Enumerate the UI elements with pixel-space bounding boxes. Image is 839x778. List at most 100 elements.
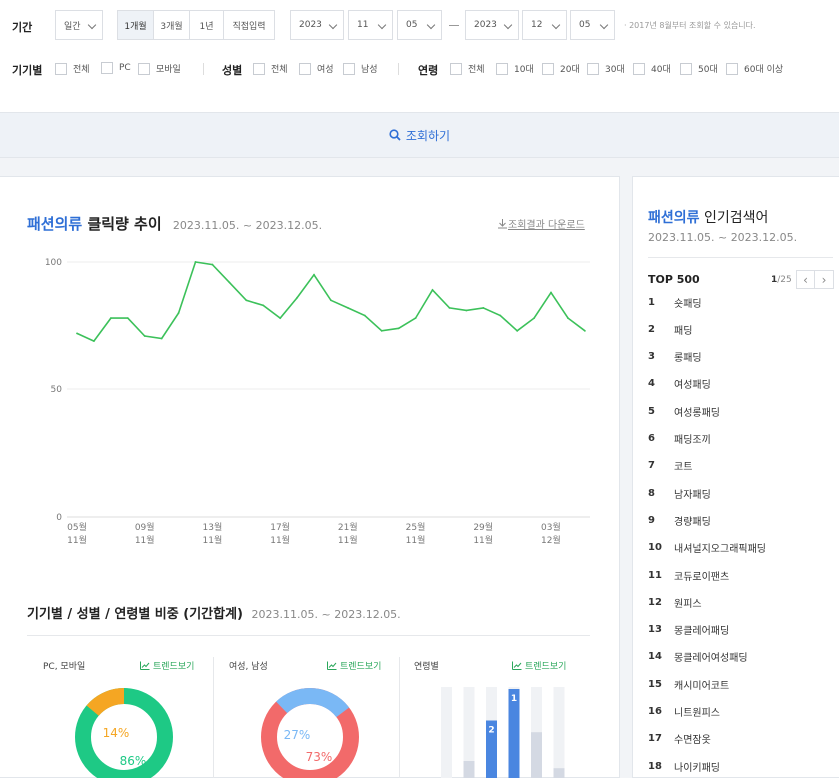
popular-category: 패션의류 [648, 210, 700, 226]
checkbox-icon [450, 62, 462, 75]
period-custom-button[interactable]: 직접입력 [224, 11, 274, 39]
next-page-button[interactable]: › [815, 270, 834, 289]
keyword-item[interactable]: 14 몽클레어여성패딩 [648, 647, 833, 667]
keyword-rank: 13 [648, 624, 662, 636]
data-point [346, 307, 349, 309]
keyword-item[interactable]: 9 경량패딩 [648, 510, 833, 530]
end-day-select[interactable]: 05 [570, 10, 615, 40]
start-month-select[interactable]: 11 [348, 10, 393, 40]
data-point [363, 314, 366, 317]
age-60plus-label: 60대 이상 [744, 65, 784, 75]
keyword-text: 롱패딩 [674, 353, 702, 365]
start-year-value: 2023 [299, 20, 322, 30]
age-60plus-checkbox[interactable]: 60대 이상 [726, 62, 783, 75]
keyword-item[interactable]: 6 패딩조끼 [648, 429, 833, 449]
keyword-item[interactable]: 13 몽클레어패딩 [648, 620, 833, 640]
data-point [397, 327, 400, 330]
start-year-select[interactable]: 2023 [290, 10, 344, 40]
period-unit-select[interactable]: 일간 [55, 10, 103, 40]
device-mobile-label: 모바일 [156, 65, 181, 75]
keyword-rank: 5 [648, 405, 655, 417]
age-20s-checkbox[interactable]: 20대 [542, 62, 580, 75]
keyword-text: 여성롱패딩 [674, 407, 720, 419]
keyword-item[interactable]: 12 원피스 [648, 592, 833, 612]
keyword-item[interactable]: 2 패딩 [648, 319, 833, 339]
device-label: 기기별 [12, 64, 43, 77]
gender-all-label: 전체 [271, 65, 288, 75]
keyword-item[interactable]: 18 나이키패딩 [648, 756, 833, 776]
data-point [414, 317, 417, 319]
age-30s-checkbox[interactable]: 30대 [587, 62, 625, 75]
device-all-checkbox[interactable]: 전체 [55, 62, 90, 75]
keyword-text: 패딩 [674, 325, 693, 337]
start-day-select[interactable]: 05 [397, 10, 442, 40]
age-10s-checkbox[interactable]: 10대 [496, 62, 534, 75]
data-point [93, 340, 95, 342]
gender-all-checkbox[interactable]: 전체 [253, 62, 288, 75]
x-tick-label: 11월 [67, 534, 87, 546]
data-point [516, 329, 519, 332]
checkbox-icon [633, 62, 645, 75]
keyword-rank: 6 [648, 433, 655, 444]
data-point [533, 317, 536, 319]
period-3month-button[interactable]: 3개월 [154, 11, 190, 39]
chevron-down-icon [87, 20, 97, 30]
divider [648, 257, 833, 258]
age-bar [553, 768, 565, 778]
x-tick-label: 29월 [473, 521, 493, 533]
mobile-percent: 86% [120, 754, 147, 768]
keyword-text: 여성패딩 [674, 380, 711, 392]
main-card: 패션의류 클릭량 추이 2023.11.05. ~ 2023.12.05. 조회… [0, 176, 620, 778]
pager-buttons: ‹ › [796, 270, 834, 289]
keyword-item[interactable]: 16 니트원피스 [648, 702, 833, 722]
keyword-text: 남자패딩 [674, 489, 711, 501]
gender-label: 성별 [222, 64, 243, 77]
x-tick-label: 21월 [338, 521, 358, 533]
pc-percent: 14% [103, 726, 130, 740]
keyword-item[interactable]: 1 숏패딩 [648, 292, 833, 312]
download-link[interactable]: 조회결과 다운로드 [497, 216, 585, 231]
age-20s-label: 20대 [560, 65, 580, 75]
period-1month-button[interactable]: 1개월 [118, 11, 154, 39]
age-40s-checkbox[interactable]: 40대 [633, 62, 671, 75]
keyword-item[interactable]: 7 코트 [648, 456, 833, 476]
gender-female-checkbox[interactable]: 여성 [299, 62, 334, 75]
gender-trend-link[interactable]: 트렌드보기 [327, 659, 381, 672]
period-note: · 2017년 8월부터 조회할 수 있습니다. [624, 21, 756, 30]
data-point [482, 307, 485, 309]
end-month-select[interactable]: 12 [522, 10, 567, 40]
age-50s-label: 50대 [698, 65, 718, 75]
search-icon [389, 129, 401, 141]
keyword-item[interactable]: 8 남자패딩 [648, 483, 833, 503]
prev-page-button[interactable]: ‹ [796, 270, 815, 289]
popular-title: 패션의류 인기검색어 [648, 207, 768, 227]
keyword-item[interactable]: 10 내셔널지오그래픽패딩 [648, 538, 833, 558]
keyword-item[interactable]: 15 캐시미어코트 [648, 674, 833, 694]
device-mobile-checkbox[interactable]: 모바일 [138, 62, 181, 75]
gender-male-checkbox[interactable]: 남성 [343, 62, 378, 75]
device-trend-link[interactable]: 트렌드보기 [140, 659, 194, 672]
keyword-item[interactable]: 4 여성패딩 [648, 374, 833, 394]
date-range-dash [449, 25, 459, 26]
keyword-item[interactable]: 17 수면잠옷 [648, 729, 833, 749]
keyword-item[interactable]: 3 롱패딩 [648, 347, 833, 367]
age-all-checkbox[interactable]: 전체 [450, 62, 485, 75]
age-trend-link[interactable]: 트렌드보기 [512, 659, 566, 672]
keyword-rank: 17 [648, 733, 662, 745]
end-year-select[interactable]: 2023 [465, 10, 519, 40]
data-point [279, 317, 282, 319]
keyword-item[interactable]: 11 코듀로이팬츠 [648, 565, 833, 585]
chevron-down-icon [503, 20, 513, 30]
data-point [177, 312, 180, 314]
x-tick-label: 09월 [135, 521, 155, 533]
period-1year-button[interactable]: 1년 [190, 11, 224, 39]
data-point [143, 335, 146, 337]
keyword-item[interactable]: 5 여성롱패딩 [648, 401, 833, 421]
keyword-text: 숏패딩 [674, 298, 702, 310]
search-button[interactable]: 조회하기 [0, 112, 839, 158]
age-50s-checkbox[interactable]: 50대 [680, 62, 718, 75]
device-pc-checkbox[interactable]: PC [101, 62, 131, 74]
keyword-rank: 2 [648, 323, 655, 335]
device-share-panel: PC, 모바일 트렌드보기 14% 86% [43, 647, 198, 778]
divider [27, 635, 590, 636]
